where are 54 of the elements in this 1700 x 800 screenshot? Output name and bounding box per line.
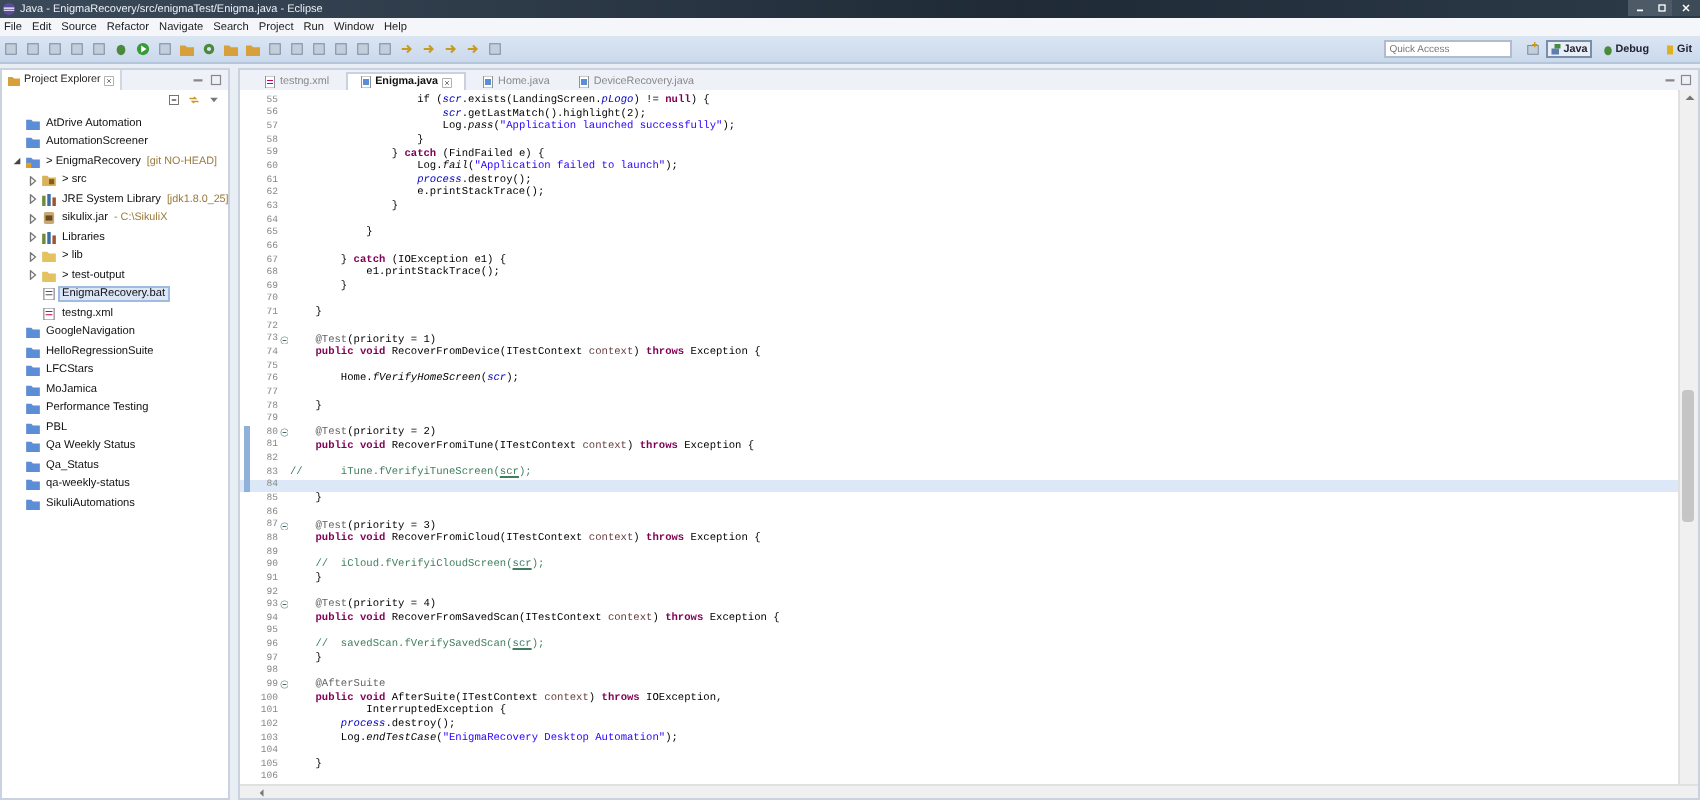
arrow-icon[interactable] — [444, 42, 458, 56]
folders-icon — [8, 74, 20, 86]
expanded-arrow-icon[interactable] — [12, 156, 22, 167]
document-icon — [42, 288, 56, 301]
close-icon — [1680, 2, 1692, 14]
gear-icon[interactable] — [202, 42, 216, 56]
collapsed-arrow-icon[interactable] — [28, 213, 38, 224]
collapse-icon[interactable] — [279, 428, 289, 438]
package-folder-icon — [42, 174, 56, 187]
collapsed-arrow-icon[interactable] — [28, 232, 38, 243]
books-icon — [42, 231, 56, 244]
maximize-icon — [1655, 2, 1667, 14]
scrollbar-thumb[interactable] — [1682, 390, 1694, 522]
collapse-icon[interactable] — [279, 600, 289, 610]
repository-folder-icon — [26, 155, 40, 168]
java-file-icon — [359, 76, 372, 88]
bug-icon — [1601, 43, 1614, 55]
collapse-icon[interactable] — [279, 521, 289, 531]
bug-icon[interactable] — [114, 42, 128, 56]
arrow-icon[interactable] — [400, 42, 414, 56]
collapsed-arrow-icon[interactable] — [28, 251, 38, 262]
collapse-icon[interactable] — [279, 335, 289, 345]
collapse-all-icon[interactable] — [168, 94, 180, 106]
maximize-button[interactable] — [1650, 0, 1672, 16]
xml-file-icon — [264, 75, 276, 87]
jar-icon — [42, 212, 56, 225]
collapse-icon[interactable] — [279, 680, 289, 690]
collapsed-arrow-icon[interactable] — [28, 270, 38, 281]
close-icon[interactable] — [104, 75, 115, 85]
link-icon[interactable] — [188, 94, 200, 106]
folder-icon[interactable] — [246, 42, 260, 56]
minimize-button[interactable] — [1628, 0, 1650, 16]
play-icon[interactable] — [136, 42, 150, 56]
close-button[interactable] — [1672, 0, 1700, 16]
minimize-icon[interactable] — [1664, 74, 1676, 86]
package-icon[interactable] — [224, 42, 238, 56]
close-icon[interactable] — [442, 77, 453, 87]
document-icon — [42, 307, 56, 320]
arrow-icon[interactable] — [466, 42, 480, 56]
maximize-icon[interactable] — [1680, 74, 1692, 86]
minimize-icon[interactable] — [192, 74, 204, 86]
java-file-icon — [577, 75, 590, 87]
books-icon — [42, 193, 56, 206]
java-file-icon — [482, 75, 495, 87]
scroll-left-icon[interactable] — [256, 787, 266, 797]
horizontal-scrollbar[interactable] — [240, 784, 1698, 798]
briefcase-icon[interactable] — [180, 42, 194, 56]
collapsed-arrow-icon[interactable] — [28, 194, 38, 205]
view-menu-icon[interactable] — [208, 94, 220, 106]
arrow-icon[interactable] — [422, 42, 436, 56]
open-perspective-icon[interactable] — [1525, 42, 1540, 56]
vertical-scrollbar[interactable] — [1678, 90, 1698, 784]
collapsed-arrow-icon[interactable] — [28, 175, 38, 186]
maximize-icon[interactable] — [210, 74, 222, 86]
